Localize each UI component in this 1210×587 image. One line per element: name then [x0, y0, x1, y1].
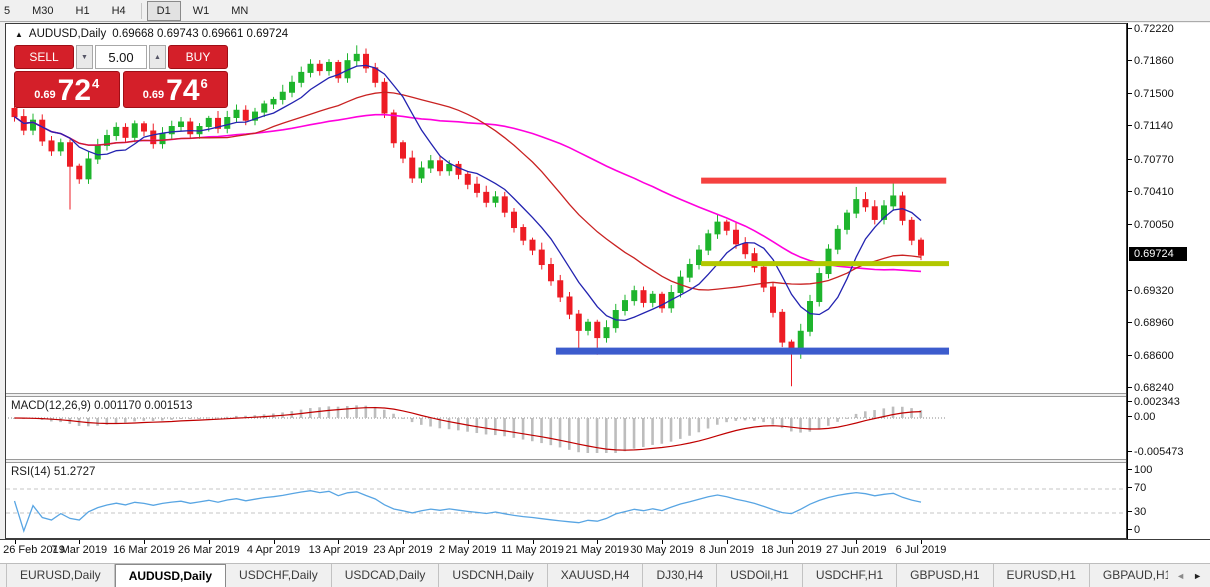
tab-audusd-daily[interactable]: AUDUSD,Daily	[115, 564, 226, 587]
buy-price-prefix: 0.69	[143, 89, 164, 101]
price-axis-label: 0.70410	[1134, 186, 1174, 198]
buy-button[interactable]: BUY	[168, 45, 228, 69]
date-axis: 26 Feb 20197 Mar 201916 Mar 201926 Mar 2…	[0, 539, 1210, 563]
rsi-axis-label: 100	[1134, 464, 1152, 476]
timeframe-m30[interactable]: M30	[22, 1, 63, 21]
timeframe-d1[interactable]: D1	[147, 1, 181, 21]
buy-price-fraction: 6	[201, 76, 208, 91]
down-arrow-icon: ▼	[81, 54, 88, 61]
price-axis-label: 0.71500	[1134, 88, 1174, 100]
rsi-panel[interactable]: RSI(14) 51.2727	[6, 463, 1126, 538]
macd-axis-label: 0.002343	[1134, 396, 1180, 408]
rsi-axis-label: 70	[1134, 482, 1146, 494]
tab-usdcnh-daily[interactable]: USDCNH,Daily	[439, 564, 547, 587]
date-label: 21 May 2019	[565, 544, 629, 556]
macd-axis-label: -0.005473	[1134, 446, 1184, 458]
macd-label: MACD(12,26,9) 0.001170 0.001513	[11, 400, 192, 412]
timeframe-mn[interactable]: MN	[221, 1, 258, 21]
resistance-line	[701, 178, 946, 184]
symbol-info-line: ▲ AUDUSD,Daily 0.69668 0.69743 0.69661 0…	[15, 28, 288, 40]
price-axis: 0.72220 0.71860 0.71500 0.71140 0.70770 0.704…	[1127, 23, 1210, 539]
pivot-line	[701, 261, 949, 266]
date-label: 16 Mar 2019	[113, 544, 175, 556]
chart-frame: ▲ AUDUSD,Daily 0.69668 0.69743 0.69661 0…	[5, 23, 1127, 539]
date-label: 11 May 2019	[501, 544, 564, 556]
tab-scroll-right-icon[interactable]: ►	[1193, 571, 1202, 581]
volume-increase-button[interactable]: ▲	[149, 45, 166, 69]
buy-price-box[interactable]: 0.69 74 6	[123, 71, 229, 108]
tab-dj30-h4[interactable]: DJ30,H4	[643, 564, 717, 587]
rsi-axis-label: 30	[1134, 506, 1146, 518]
date-label: 4 Apr 2019	[247, 544, 300, 556]
price-axis-label: 0.68240	[1134, 382, 1174, 394]
tab-eurusd-daily[interactable]: EURUSD,Daily	[6, 564, 115, 587]
trade-controls-row: SELL ▼ ▲ BUY	[14, 45, 228, 69]
date-label: 13 Apr 2019	[309, 544, 368, 556]
tab-gbpaud-h1[interactable]: GBPAUD,H1	[1090, 564, 1168, 587]
date-label: 18 Jun 2019	[761, 544, 822, 556]
date-label: 23 Apr 2019	[373, 544, 432, 556]
price-axis-label: 0.70770	[1134, 154, 1174, 166]
sell-price-box[interactable]: 0.69 72 4	[14, 71, 120, 108]
tab-usdoil-h1[interactable]: USDOil,H1	[717, 564, 803, 587]
price-axis-label: 0.69320	[1134, 285, 1174, 297]
tab-xauusd-h4[interactable]: XAUUSD,H4	[548, 564, 644, 587]
price-axis-label: 0.68960	[1134, 317, 1174, 329]
rsi-canvas[interactable]	[6, 463, 1126, 538]
timeframe-toolbar: 5M30H1H4 D1W1MN	[0, 0, 1210, 22]
main-chart-panel[interactable]: ▲ AUDUSD,Daily 0.69668 0.69743 0.69661 0…	[6, 24, 1126, 393]
symbol-title: AUDUSD,Daily	[29, 28, 106, 40]
volume-input[interactable]	[95, 45, 147, 69]
tab-scroll-controls: ◄ ►	[1168, 564, 1210, 587]
price-axis-label: 0.71140	[1134, 120, 1173, 132]
rsi-axis-label: 0	[1134, 524, 1140, 536]
macd-axis-label: 0.00	[1134, 411, 1155, 423]
up-arrow-icon: ▲	[154, 54, 161, 61]
mt4-window: 5M30H1H4 D1W1MN ▲ AUDUSD,Daily 0.69668 0.…	[0, 0, 1210, 587]
one-click-trading-panel: SELL ▼ ▲ BUY 0.69 72	[14, 45, 228, 108]
price-axis-label: 0.71860	[1134, 55, 1174, 67]
rsi-label: RSI(14) 51.2727	[11, 466, 95, 478]
timeframe-w1[interactable]: W1	[183, 1, 220, 21]
date-label: 26 Mar 2019	[178, 544, 240, 556]
volume-decrease-button[interactable]: ▼	[76, 45, 93, 69]
chart-workspace: ▲ AUDUSD,Daily 0.69668 0.69743 0.69661 0…	[0, 22, 1210, 539]
date-label: 2 May 2019	[439, 544, 496, 556]
sell-price-prefix: 0.69	[34, 89, 55, 101]
timeframe-5[interactable]: 5	[0, 1, 20, 21]
support-line	[556, 348, 949, 355]
date-label: 6 Jul 2019	[896, 544, 947, 556]
tab-usdcad-daily[interactable]: USDCAD,Daily	[332, 564, 440, 587]
collapse-trade-panel-icon[interactable]: ▲	[15, 30, 23, 39]
sell-button[interactable]: SELL	[14, 45, 74, 69]
timeframe-h4[interactable]: H4	[102, 1, 136, 21]
current-price-tag: 0.69724	[1129, 247, 1187, 261]
date-label: 8 Jun 2019	[700, 544, 754, 556]
price-axis-label: 0.70050	[1134, 219, 1174, 231]
tab-eurusd-h1[interactable]: EURUSD,H1	[994, 564, 1090, 587]
date-label: 30 May 2019	[630, 544, 694, 556]
sell-price-fraction: 4	[92, 76, 99, 91]
date-label: 7 Mar 2019	[51, 544, 107, 556]
macd-panel[interactable]: MACD(12,26,9) 0.001170 0.001513	[6, 397, 1126, 459]
timeframe-h1[interactable]: H1	[66, 1, 100, 21]
price-axis-label: 0.68600	[1134, 350, 1174, 362]
trade-prices-row: 0.69 72 4 0.69 74 6	[14, 71, 228, 108]
buy-price-pips: 74	[166, 77, 199, 105]
date-label: 27 Jun 2019	[826, 544, 887, 556]
symbol-ohlc-values: 0.69668 0.69743 0.69661 0.69724	[112, 28, 288, 40]
tab-scroll-left-icon[interactable]: ◄	[1176, 571, 1185, 581]
chart-tabs: EURUSD,DailyAUDUSD,DailyUSDCHF,DailyUSDC…	[6, 564, 1168, 587]
chart-tab-bar: EURUSD,DailyAUDUSD,DailyUSDCHF,DailyUSDC…	[0, 563, 1210, 587]
tab-usdchf-h1[interactable]: USDCHF,H1	[803, 564, 897, 587]
price-axis-label: 0.72220	[1134, 23, 1174, 35]
sell-price-pips: 72	[58, 77, 91, 105]
tab-usdchf-daily[interactable]: USDCHF,Daily	[226, 564, 332, 587]
tab-gbpusd-h1[interactable]: GBPUSD,H1	[897, 564, 993, 587]
toolbar-separator	[141, 3, 142, 19]
